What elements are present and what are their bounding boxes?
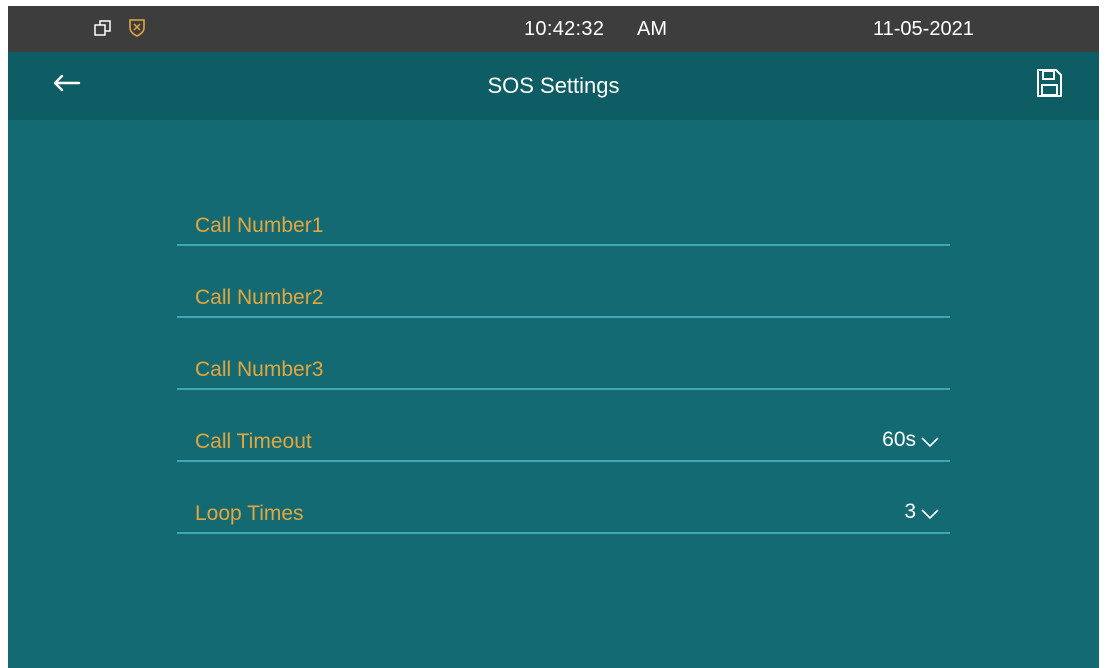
call-timeout-label: Call Timeout bbox=[195, 430, 312, 453]
chevron-down-icon bbox=[921, 437, 939, 448]
status-bar: 10:42:32 AM 11-05-2021 bbox=[8, 6, 1099, 52]
chevron-down-icon bbox=[921, 509, 939, 520]
loop-times-field: Loop Times 3 bbox=[177, 462, 950, 534]
status-icons bbox=[94, 18, 146, 43]
status-date: 11-05-2021 bbox=[873, 18, 974, 40]
clock-ampm: AM bbox=[637, 18, 667, 40]
call-number-2-label: Call Number2 bbox=[195, 286, 324, 309]
sos-settings-form: Call Number1 Call Number2 Call Number3 C… bbox=[177, 206, 950, 534]
shield-x-icon bbox=[128, 18, 146, 43]
loop-times-value: 3 bbox=[904, 500, 916, 523]
call-timeout-dropdown[interactable]: 60s bbox=[882, 428, 940, 452]
clock-time: 10:42:32 bbox=[524, 18, 605, 40]
call-number-1-label: Call Number1 bbox=[195, 214, 324, 237]
loop-times-label: Loop Times bbox=[195, 502, 304, 525]
window-restore-icon bbox=[94, 19, 112, 42]
call-number-3-field[interactable]: Call Number3 bbox=[177, 318, 950, 390]
call-timeout-field: Call Timeout 60s bbox=[177, 390, 950, 462]
call-number-2-field[interactable]: Call Number2 bbox=[177, 246, 950, 318]
page-title: SOS Settings bbox=[487, 73, 620, 98]
call-timeout-value: 60s bbox=[882, 428, 916, 451]
title-bar: SOS Settings bbox=[8, 52, 1099, 120]
save-button[interactable] bbox=[1033, 68, 1065, 102]
call-number-1-field[interactable]: Call Number1 bbox=[177, 206, 950, 246]
loop-times-dropdown[interactable]: 3 bbox=[904, 500, 940, 524]
sos-settings-screen: 10:42:32 AM 11-05-2021 SOS Settings Call… bbox=[8, 6, 1099, 668]
call-number-3-label: Call Number3 bbox=[195, 358, 324, 381]
save-icon bbox=[1035, 68, 1063, 103]
